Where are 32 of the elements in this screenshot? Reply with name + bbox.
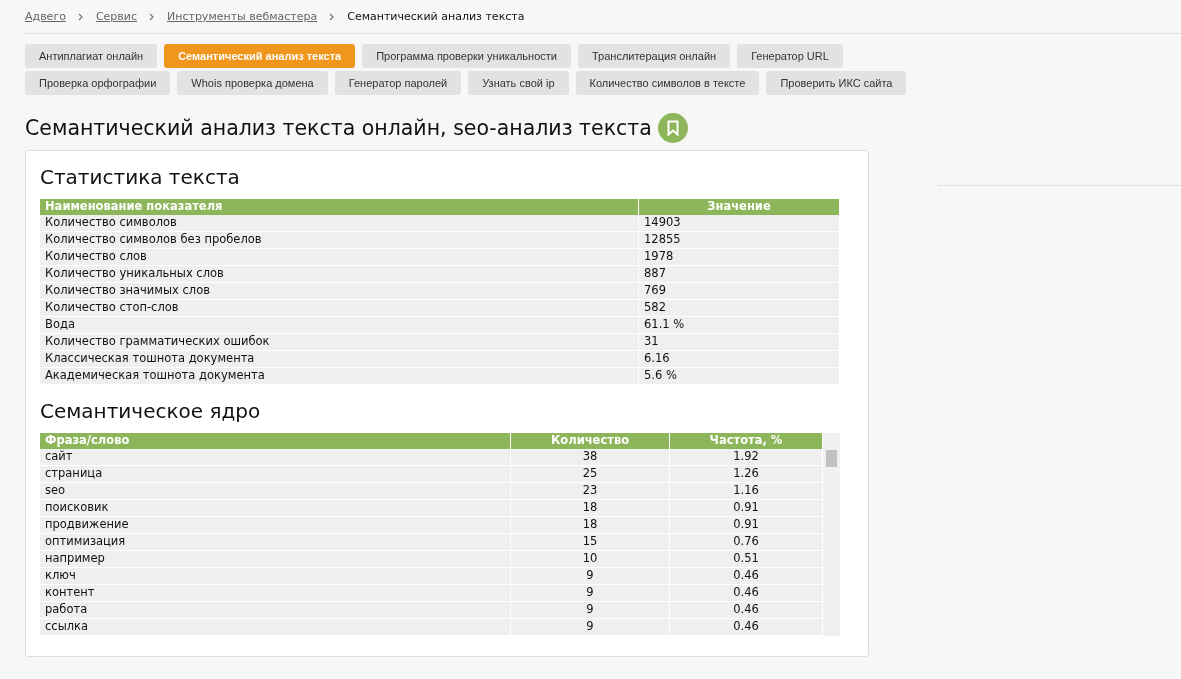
page-title: Семантический анализ текста онлайн, seo-анализ текста xyxy=(25,116,652,140)
table-cell: 38 xyxy=(510,449,670,466)
chevron-icon xyxy=(329,12,336,21)
tool-tab[interactable]: Транслитерация онлайн xyxy=(577,44,731,68)
tool-tab[interactable]: Программа проверки уникальности xyxy=(362,44,571,68)
table-cell: сайт xyxy=(40,449,511,466)
chevron-icon xyxy=(149,12,155,21)
tool-tab[interactable]: Генератор паролей xyxy=(334,71,462,95)
column-header: Частота, % xyxy=(669,433,823,449)
bookmark-icon[interactable] xyxy=(657,113,688,143)
chevron-icon xyxy=(77,12,84,21)
breadcrumb-current: Семантический анализ текста xyxy=(347,10,525,23)
tool-tab[interactable]: Whois проверка домена xyxy=(177,71,328,95)
breadcrumb-link[interactable]: Сервис xyxy=(95,10,137,23)
table-cell: Количество символов xyxy=(40,215,639,232)
tool-tab[interactable]: Количество символов в тексте xyxy=(575,71,760,95)
column-header: Значение xyxy=(638,199,840,215)
column-header: Количество xyxy=(510,433,670,449)
tool-tab[interactable]: Генератор URL xyxy=(737,44,843,68)
column-header: Фраза/слово xyxy=(40,433,511,449)
tool-tab[interactable]: Проверка орфографии xyxy=(25,71,171,95)
table-cell: 1.92 xyxy=(669,449,823,466)
tool-tab[interactable]: Антиплагиат онлайн xyxy=(25,44,158,68)
column-header: Наименование показателя xyxy=(40,199,639,215)
breadcrumb-link[interactable]: Инструменты вебмастера xyxy=(167,10,318,23)
tool-tab[interactable]: Узнать свой ip xyxy=(468,71,569,95)
scrollbar[interactable] xyxy=(823,433,840,636)
section-title: Семантическое ядро xyxy=(40,399,262,423)
breadcrumb-link[interactable]: Адвего xyxy=(25,10,66,23)
section-title: Статистика текста xyxy=(40,165,241,189)
table-cell: 14903 xyxy=(638,215,840,232)
tool-tab[interactable]: Проверить ИКС сайта xyxy=(766,71,907,95)
